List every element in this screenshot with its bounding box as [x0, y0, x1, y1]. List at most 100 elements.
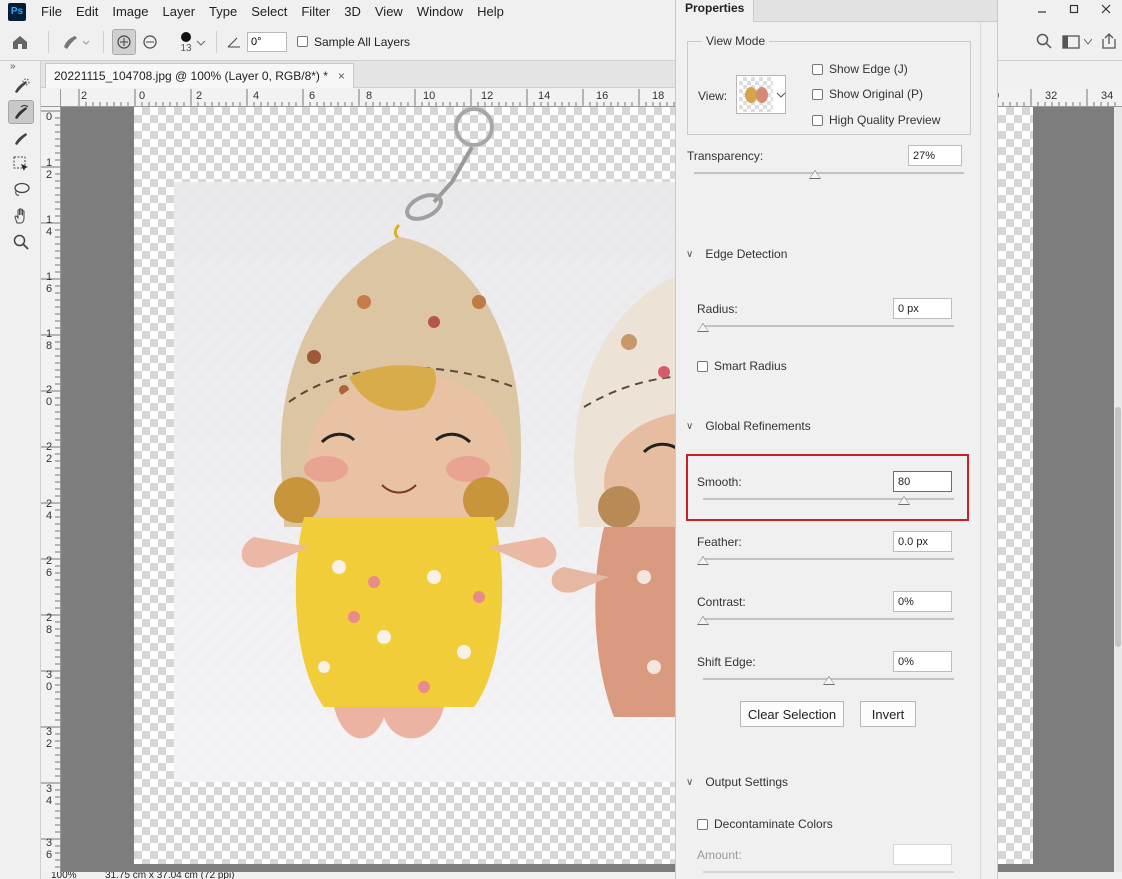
invert-button[interactable]: Invert	[860, 701, 916, 727]
edge-detection-section[interactable]: ∨ Edge Detection	[686, 247, 787, 261]
show-edge-option[interactable]: Show Edge (J)	[812, 62, 908, 76]
sample-all-layers-option[interactable]: Sample All Layers	[297, 35, 410, 49]
smooth-slider-thumb[interactable]	[897, 496, 910, 505]
menu-file[interactable]: File	[34, 0, 69, 23]
smart-radius-checkbox[interactable]	[697, 360, 708, 372]
view-mode-picker[interactable]	[736, 75, 786, 114]
high-quality-preview-checkbox[interactable]	[812, 114, 823, 126]
vertical-ruler[interactable]: 0 1 2 1 4 1 6 1 8 2 0 2 2 2 4 2 6 2 8 3 0 3 2 3 4 3 6	[41, 107, 61, 872]
ruler-label: 16	[596, 90, 609, 102]
properties-scrollbar[interactable]	[980, 22, 997, 879]
menu-image[interactable]: Image	[105, 0, 155, 23]
ruler-label: 14	[538, 90, 551, 102]
ruler-label: 2	[81, 90, 88, 102]
menu-filter[interactable]: Filter	[294, 0, 337, 23]
ruler-label: 1 4	[45, 214, 53, 238]
zoom-level[interactable]: 100%	[51, 872, 77, 879]
menu-select[interactable]: Select	[244, 0, 294, 23]
smooth-input[interactable]	[893, 471, 952, 492]
tool-preset-picker-icon[interactable]	[57, 29, 95, 55]
clear-selection-button[interactable]: Clear Selection	[740, 701, 844, 727]
ruler-label: 2 2	[45, 441, 53, 465]
ruler-label: 10	[423, 90, 436, 102]
ruler-label: 8	[366, 90, 373, 102]
home-icon[interactable]	[0, 29, 40, 55]
share-icon[interactable]	[1100, 32, 1118, 53]
global-refinements-section[interactable]: ∨ Global Refinements	[686, 419, 811, 433]
brush-tool-icon[interactable]	[8, 126, 34, 150]
feather-slider[interactable]	[703, 558, 954, 560]
ruler-label: 1 8	[45, 328, 53, 352]
search-icon[interactable]	[1035, 32, 1053, 53]
chevron-down-icon: ∨	[686, 420, 694, 432]
show-original-checkbox[interactable]	[812, 88, 823, 100]
amount-slider[interactable]	[703, 871, 954, 873]
menu-edit[interactable]: Edit	[69, 0, 105, 23]
close-icon[interactable]: ×	[338, 69, 345, 83]
amount-input[interactable]	[893, 844, 952, 865]
document-tab[interactable]: 20221115_104708.jpg @ 100% (Layer 0, RGB…	[45, 63, 354, 88]
shift-edge-slider-thumb[interactable]	[822, 676, 835, 685]
expand-panel-icon[interactable]: »	[10, 61, 40, 72]
hand-tool-icon[interactable]	[8, 204, 34, 228]
transparency-slider[interactable]	[694, 172, 964, 174]
shift-edge-input[interactable]	[893, 651, 952, 672]
decontaminate-colors-option[interactable]: Decontaminate Colors	[697, 817, 833, 831]
feather-input[interactable]	[893, 531, 952, 552]
smart-radius-label: Smart Radius	[714, 359, 787, 373]
zoom-tool-icon[interactable]	[8, 230, 34, 254]
chevron-down-icon: ∨	[686, 776, 694, 788]
brush-angle-input[interactable]	[247, 31, 287, 52]
scrollbar-thumb[interactable]	[1115, 407, 1121, 647]
high-quality-preview-option[interactable]: High Quality Preview	[812, 113, 940, 127]
smooth-slider[interactable]	[703, 498, 954, 500]
contrast-input[interactable]	[893, 591, 952, 612]
smooth-label: Smooth:	[697, 475, 742, 489]
ruler-label: 0	[45, 111, 53, 123]
sample-all-layers-checkbox[interactable]	[297, 36, 308, 47]
ruler-label: 2 6	[45, 555, 53, 579]
transparency-input[interactable]	[908, 145, 962, 166]
refine-edge-brush-tool-icon[interactable]	[8, 100, 34, 124]
restore-icon[interactable]	[1058, 0, 1090, 18]
high-quality-preview-label: High Quality Preview	[829, 113, 941, 127]
chevron-down-icon	[196, 40, 206, 46]
smart-radius-option[interactable]: Smart Radius	[697, 359, 787, 373]
transparency-slider-thumb[interactable]	[809, 170, 822, 179]
minimize-icon[interactable]	[1026, 0, 1058, 18]
close-icon[interactable]	[1090, 0, 1122, 18]
subtract-from-selection-icon[interactable]	[136, 29, 164, 55]
feather-slider-thumb[interactable]	[697, 556, 709, 565]
tab-properties[interactable]: Properties	[676, 0, 755, 22]
object-selection-tool-icon[interactable]	[8, 152, 34, 176]
radius-input[interactable]	[893, 298, 952, 319]
brush-size-picker[interactable]: 13	[164, 29, 208, 55]
contrast-slider[interactable]	[703, 618, 954, 620]
view-mode-title: View Mode	[702, 34, 770, 48]
lasso-tool-icon[interactable]	[8, 178, 34, 202]
menu-3d[interactable]: 3D	[337, 0, 368, 23]
divider	[48, 30, 49, 53]
show-original-option[interactable]: Show Original (P)	[812, 87, 923, 101]
output-settings-section[interactable]: ∨ Output Settings	[686, 775, 788, 789]
quick-selection-tool-icon[interactable]	[8, 74, 34, 98]
radius-slider[interactable]	[703, 325, 954, 327]
add-to-selection-icon[interactable]	[112, 28, 136, 55]
ruler-label: 4	[253, 90, 260, 102]
radius-slider-thumb[interactable]	[697, 323, 709, 332]
contrast-slider-thumb[interactable]	[697, 616, 709, 625]
transparency-label: Transparency:	[687, 149, 764, 163]
menu-type[interactable]: Type	[202, 0, 244, 23]
chevron-down-icon: ∨	[686, 248, 694, 260]
menu-layer[interactable]: Layer	[156, 0, 203, 23]
app-logo: Ps	[8, 2, 26, 21]
workspace-switcher-icon[interactable]	[1061, 34, 1092, 50]
menu-view[interactable]: View	[368, 0, 410, 23]
canvas-vertical-scrollbar[interactable]	[1114, 107, 1122, 872]
menu-window[interactable]: Window	[410, 0, 470, 23]
decontaminate-colors-checkbox[interactable]	[697, 818, 708, 830]
ruler-origin[interactable]	[41, 89, 61, 107]
document-tab-title: 20221115_104708.jpg @ 100% (Layer 0, RGB…	[54, 69, 328, 83]
show-edge-checkbox[interactable]	[812, 63, 823, 75]
menu-help[interactable]: Help	[470, 0, 511, 23]
